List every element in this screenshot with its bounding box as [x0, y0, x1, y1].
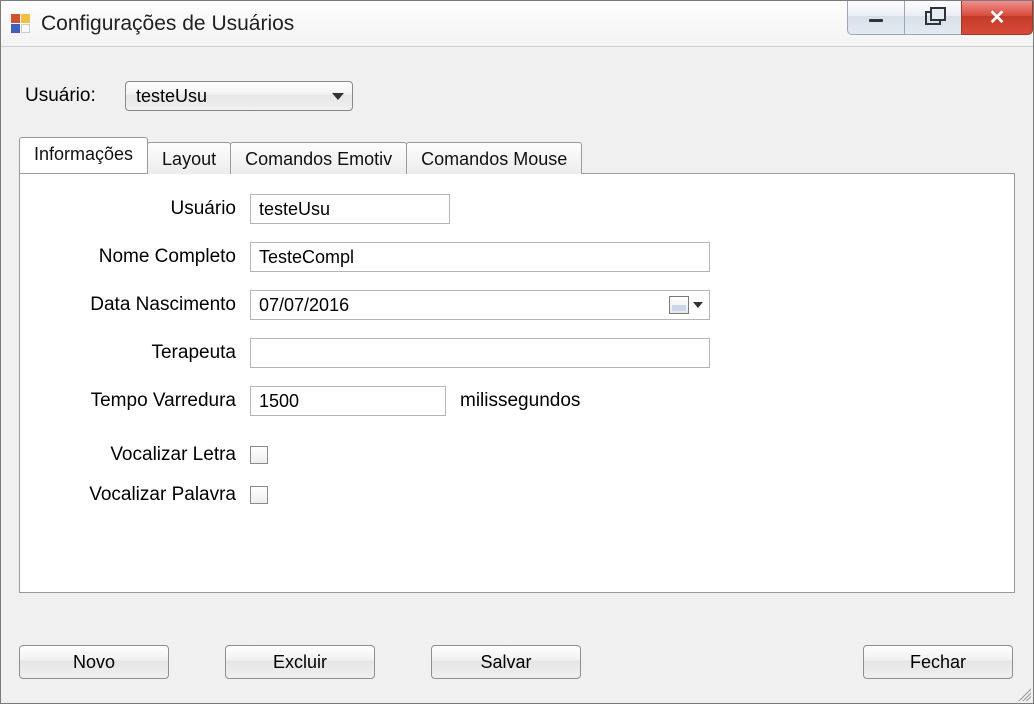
terapeuta-input[interactable]: [250, 338, 710, 368]
usuario-field-label: Usuário: [44, 198, 250, 220]
window-controls: ✕: [848, 1, 1033, 35]
nome-completo-input[interactable]: TesteCompl: [250, 242, 710, 272]
maximize-button[interactable]: [904, 1, 962, 35]
tab-comandos-emotiv[interactable]: Comandos Emotiv: [230, 142, 407, 174]
minimize-button[interactable]: [847, 1, 905, 35]
vocalizar-palavra-label: Vocalizar Palavra: [44, 484, 250, 506]
tab-informacoes[interactable]: Informações: [19, 137, 148, 173]
nome-completo-label: Nome Completo: [44, 246, 250, 268]
data-nascimento-label: Data Nascimento: [44, 294, 250, 316]
chevron-down-icon: [693, 302, 703, 308]
terapeuta-label: Terapeuta: [44, 342, 250, 364]
user-select-row: Usuário: testeUsu: [25, 81, 1015, 111]
resize-grip[interactable]: [1015, 685, 1031, 701]
tab-layout[interactable]: Layout: [147, 142, 231, 174]
tempo-varredura-label: Tempo Varredura: [44, 390, 250, 412]
salvar-button[interactable]: Salvar: [431, 645, 581, 679]
tab-comandos-mouse[interactable]: Comandos Mouse: [406, 142, 582, 174]
tab-strip: Informações Layout Comandos Emotiv Coman…: [19, 137, 1015, 173]
vocalizar-letra-label: Vocalizar Letra: [44, 444, 250, 466]
chevron-down-icon: [332, 93, 344, 100]
user-dropdown-value: testeUsu: [136, 86, 207, 107]
vocalizar-palavra-checkbox[interactable]: [250, 486, 268, 504]
app-icon: [11, 14, 31, 34]
maximize-icon: [925, 11, 941, 25]
excluir-button[interactable]: Excluir: [225, 645, 375, 679]
user-label: Usuário:: [25, 85, 125, 107]
client-area: Usuário: testeUsu Informações Layout Com…: [19, 61, 1015, 685]
calendar-icon: [669, 296, 689, 314]
minimize-icon: [869, 19, 883, 22]
vocalizar-letra-checkbox[interactable]: [250, 446, 268, 464]
usuario-input[interactable]: testeUsu: [250, 194, 450, 224]
tab-control: Informações Layout Comandos Emotiv Coman…: [19, 137, 1015, 593]
tempo-varredura-input[interactable]: 1500: [250, 386, 446, 416]
data-nascimento-picker[interactable]: 07/07/2016: [250, 290, 710, 320]
user-dropdown[interactable]: testeUsu: [125, 81, 353, 111]
novo-button[interactable]: Novo: [19, 645, 169, 679]
tempo-unit: milissegundos: [460, 390, 580, 412]
window-title: Configurações de Usuários: [41, 12, 294, 36]
window: Configurações de Usuários ✕ Usuário: tes…: [0, 0, 1034, 704]
fechar-button[interactable]: Fechar: [863, 645, 1013, 679]
close-icon: ✕: [989, 8, 1006, 28]
titlebar: Configurações de Usuários ✕: [1, 1, 1033, 47]
tab-page-informacoes: Usuário testeUsu Nome Completo TesteComp…: [19, 173, 1015, 593]
data-nascimento-value: 07/07/2016: [259, 295, 349, 316]
close-button[interactable]: ✕: [961, 1, 1033, 35]
button-row: Novo Excluir Salvar Fechar: [19, 645, 1013, 679]
